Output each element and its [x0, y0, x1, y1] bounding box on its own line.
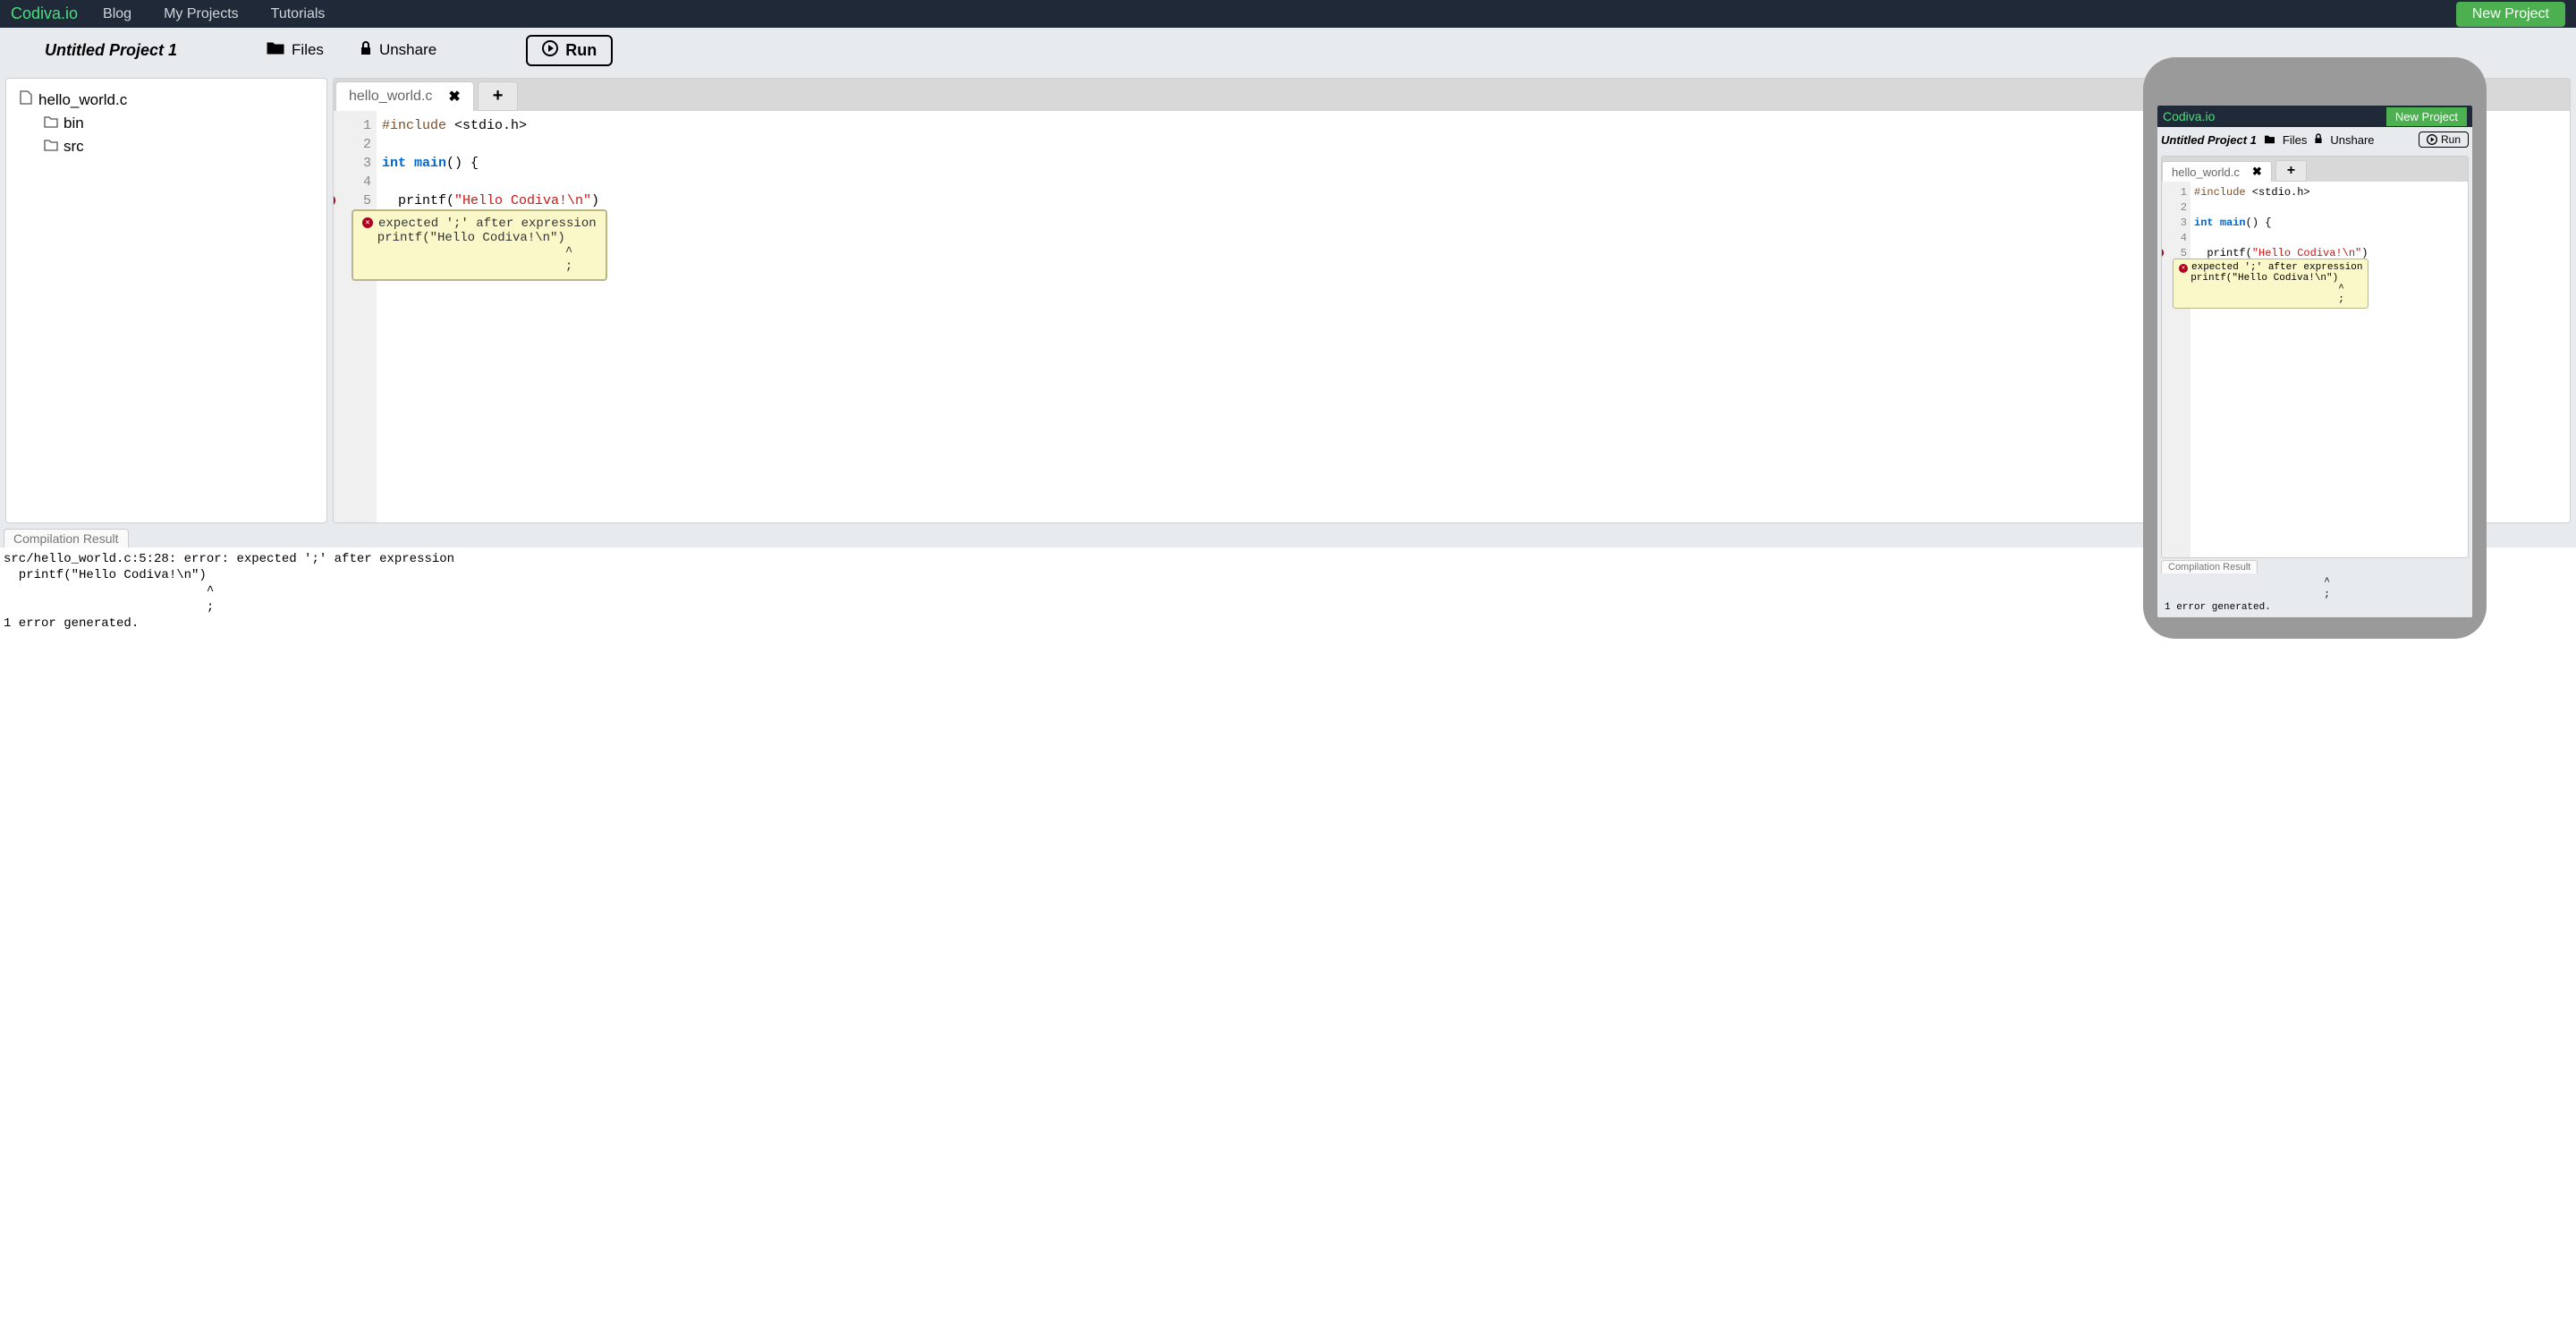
- mobile-logo[interactable]: Codiva.io: [2163, 109, 2215, 123]
- tree-folder-bin[interactable]: bin: [19, 112, 314, 135]
- mobile-preview-frame: Codiva.io New Project Untitled Project 1…: [2143, 57, 2487, 639]
- line-number: 2: [363, 137, 371, 152]
- error-tooltip: ✕expected ';' after expression printf("H…: [352, 209, 607, 281]
- folder-icon: [44, 138, 58, 156]
- line-number: 3: [2181, 216, 2187, 229]
- mobile-top-nav: Codiva.io New Project: [2157, 106, 2472, 127]
- logo[interactable]: Codiva.io: [11, 4, 78, 23]
- error-marker-icon[interactable]: ✕: [333, 194, 335, 207]
- run-button[interactable]: Run: [526, 35, 613, 66]
- mobile-toolbar: Untitled Project 1 Files Unshare Run: [2157, 127, 2472, 152]
- mobile-close-tab-icon[interactable]: ✖: [2252, 165, 2262, 179]
- file-tree: hello_world.c bin src: [5, 78, 327, 523]
- add-tab-button[interactable]: +: [478, 81, 519, 111]
- project-title: Untitled Project 1: [45, 41, 177, 60]
- nav-blog[interactable]: Blog: [103, 6, 131, 22]
- tab-label: hello_world.c: [349, 89, 432, 105]
- error-tooltip-text: expected ';' after expression printf("He…: [362, 216, 597, 274]
- mobile-gutter: 1 2 3 4 ✕ 5: [2162, 182, 2190, 557]
- play-circle-icon: [542, 40, 558, 61]
- error-dot-icon: ✕: [362, 217, 373, 228]
- mobile-main: hello_world.c ✖ + 1 2 3 4 ✕ 5 #include <s…: [2157, 152, 2472, 617]
- line-number: 4: [2181, 232, 2187, 244]
- unshare-label: Unshare: [379, 41, 436, 59]
- tree-root-file[interactable]: hello_world.c: [19, 88, 314, 112]
- line-number: 5: [2181, 247, 2187, 259]
- files-button[interactable]: Files: [267, 41, 324, 60]
- mobile-compilation-output: ^ ; 1 error generated.: [2161, 574, 2469, 614]
- run-label: Run: [565, 41, 597, 60]
- line-number: 5: [363, 193, 371, 208]
- unshare-button[interactable]: Unshare: [360, 41, 436, 60]
- mobile-new-project-button[interactable]: New Project: [2386, 107, 2467, 126]
- mobile-error-tooltip: ✕expected ';' after expression printf("H…: [2173, 259, 2368, 309]
- mobile-tab-label: hello_world.c: [2172, 166, 2240, 179]
- top-nav: Codiva.io Blog My Projects Tutorials New…: [0, 0, 2576, 28]
- mobile-compilation-tab-bar: Compilation Result: [2161, 558, 2469, 574]
- editor-tab[interactable]: hello_world.c ✖: [335, 81, 474, 111]
- tree-folder-label: src: [64, 138, 84, 156]
- folder-icon: [2264, 133, 2275, 147]
- mobile-tab-bar: hello_world.c ✖ +: [2162, 157, 2468, 182]
- mobile-files-label[interactable]: Files: [2283, 133, 2307, 147]
- file-icon: [19, 90, 33, 109]
- mobile-project-title: Untitled Project 1: [2161, 133, 2257, 147]
- lock-icon: [360, 41, 372, 60]
- nav-my-projects[interactable]: My Projects: [164, 6, 239, 22]
- mobile-editor-tab[interactable]: hello_world.c ✖: [2162, 161, 2272, 182]
- mobile-run-label: Run: [2441, 133, 2461, 146]
- error-dot-icon: ✕: [2179, 264, 2188, 273]
- mobile-code-editor[interactable]: 1 2 3 4 ✕ 5 #include <stdio.h> int main()…: [2162, 182, 2468, 557]
- mobile-editor: hello_world.c ✖ + 1 2 3 4 ✕ 5 #include <s…: [2161, 156, 2469, 558]
- line-number: 1: [2181, 186, 2187, 199]
- tree-folder-src[interactable]: src: [19, 135, 314, 158]
- folder-open-icon: [267, 41, 284, 60]
- folder-icon: [44, 115, 58, 132]
- mobile-error-tooltip-text: expected ';' after expression printf("He…: [2179, 262, 2362, 305]
- mobile-run-button[interactable]: Run: [2419, 132, 2469, 148]
- code-content[interactable]: #include <stdio.h> int main() { printf("…: [377, 111, 599, 522]
- mobile-add-tab-button[interactable]: +: [2275, 160, 2307, 182]
- line-number: 2: [2181, 201, 2187, 214]
- tree-folder-label: bin: [64, 115, 84, 132]
- mobile-unshare-label[interactable]: Unshare: [2330, 133, 2374, 147]
- line-number: 4: [363, 174, 371, 190]
- mobile-screen: Codiva.io New Project Untitled Project 1…: [2157, 106, 2472, 617]
- mobile-code-content[interactable]: #include <stdio.h> int main() { printf("…: [2190, 182, 2368, 557]
- lock-icon: [2314, 133, 2323, 147]
- line-number: 1: [363, 118, 371, 133]
- close-tab-icon[interactable]: ✖: [448, 88, 460, 106]
- line-number: 3: [363, 156, 371, 171]
- line-gutter: 1 2 3 4 ✕ 5: [334, 111, 377, 522]
- nav-tutorials[interactable]: Tutorials: [271, 6, 326, 22]
- tree-root-label: hello_world.c: [38, 91, 127, 109]
- new-project-button[interactable]: New Project: [2456, 2, 2565, 27]
- play-circle-icon: [2427, 134, 2437, 145]
- mobile-compilation-tab[interactable]: Compilation Result: [2161, 560, 2258, 573]
- mobile-error-marker-icon[interactable]: ✕: [2161, 248, 2164, 258]
- files-label: Files: [292, 41, 324, 59]
- compilation-tab[interactable]: Compilation Result: [4, 529, 129, 547]
